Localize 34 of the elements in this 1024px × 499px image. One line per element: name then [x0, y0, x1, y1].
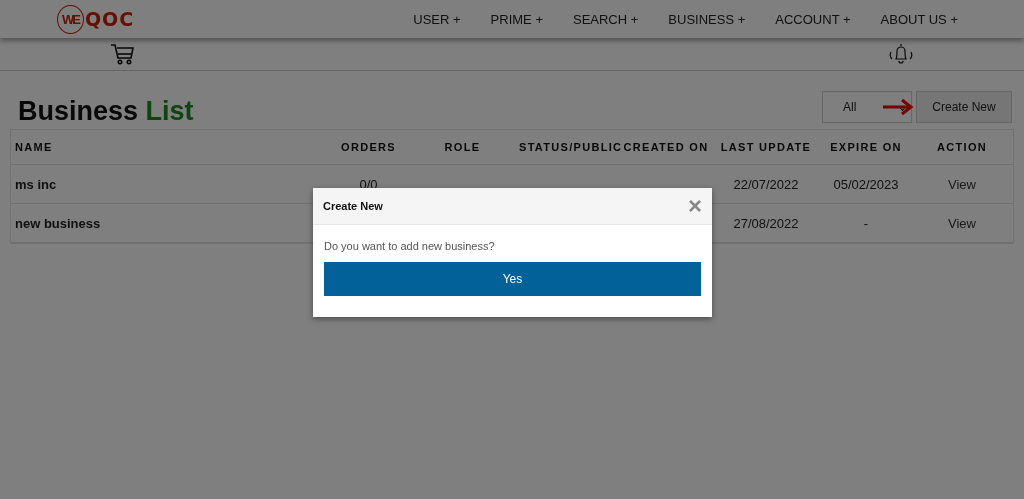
view-link[interactable]: View — [911, 176, 1013, 192]
nav-link[interactable]: SEARCH + — [572, 11, 639, 27]
filter-dropdown[interactable]: All — [822, 91, 912, 123]
column-header: STATUS/PUBLIC — [519, 141, 621, 153]
nav-link[interactable]: ABOUT US + — [880, 11, 958, 27]
yes-button[interactable]: Yes — [324, 262, 701, 296]
column-header: LAST UPDATE — [719, 141, 813, 153]
close-button[interactable]: × — [688, 194, 702, 218]
arrow-icon — [882, 98, 914, 116]
cart-icon[interactable] — [110, 43, 136, 65]
column-header: ORDERS — [340, 141, 397, 153]
dialog-message: Do you want to add new business? — [324, 240, 496, 252]
nav-link[interactable]: PRIME + — [490, 11, 543, 27]
nav-link[interactable]: USER + — [413, 11, 461, 27]
page-title: Business List — [18, 96, 194, 127]
table-cell-text: new business — [14, 215, 102, 231]
column-header: NAME — [14, 141, 54, 153]
create-new-button[interactable]: Create New — [916, 91, 1012, 123]
dialog-title: Create New — [323, 200, 383, 212]
nav-link[interactable]: BUSINESS + — [668, 11, 746, 27]
table-cell-text: 27/08/2022 — [732, 215, 800, 231]
column-header: ROLE — [443, 141, 482, 153]
table-cell-text: 05/02/2023 — [832, 176, 900, 192]
nav-link[interactable]: ACCOUNT + — [775, 11, 851, 27]
column-header: EXPIRE ON — [829, 141, 903, 153]
view-link[interactable]: View — [911, 215, 1013, 231]
logo[interactable]: WE QOC — [57, 4, 135, 34]
table-cell-text: 22/07/2022 — [732, 176, 800, 192]
column-header: CREATED ON — [622, 141, 710, 153]
logo-text: QOC — [84, 8, 135, 30]
bell-icon[interactable] — [888, 42, 914, 66]
table-cell-text: - — [862, 215, 870, 231]
table-cell-text: ms inc — [14, 176, 58, 192]
column-header: ACTION — [936, 141, 988, 153]
